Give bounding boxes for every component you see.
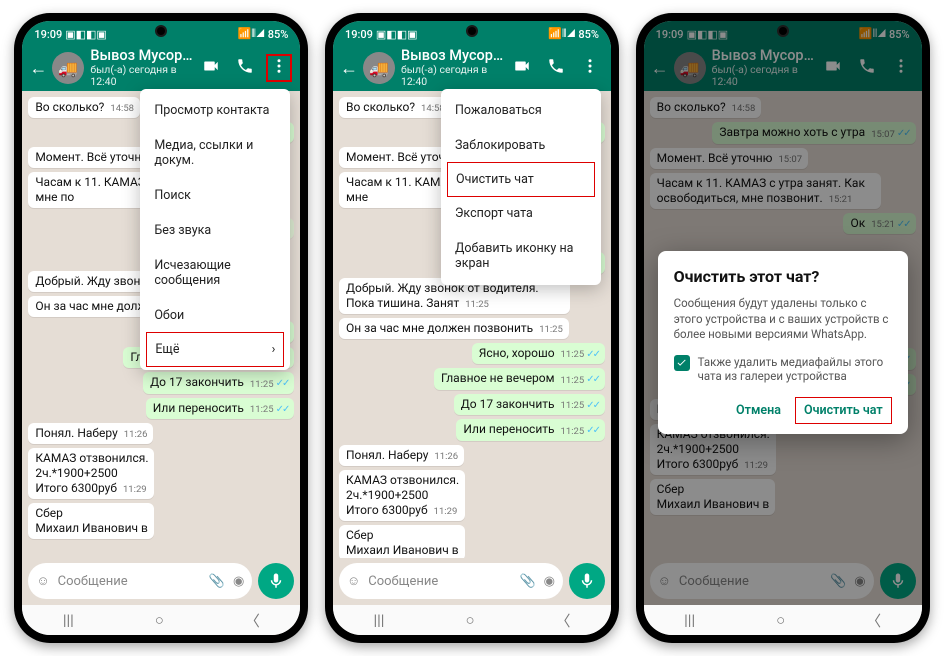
msg-in[interactable]: Он за час мне должен позвонить11:25 [339,318,569,339]
msg-in[interactable]: Понял. Наберу11:26 [28,423,153,444]
clear-chat-dialog: Очистить этот чат? Сообщения будут удале… [658,251,908,434]
clock: 19:09 [34,28,62,41]
msg-out[interactable]: До 17 закончить11:25✓✓ [143,372,294,394]
nav-back[interactable]: 〈 [245,610,260,631]
menu-export[interactable]: Экспорт чата [441,196,601,231]
battery: 85% [268,28,289,41]
checkbox-checked-icon[interactable] [674,355,690,371]
phone-3: 19:09▣◧◧▣ 📶⫴◢85% ← 🚚 Вывоз Мусора 2 был(… [636,13,930,643]
input-placeholder: Сообщение [58,574,201,589]
checkbox-label: Также удалить медиафайлы этого чата из г… [698,355,892,383]
mic-button[interactable] [258,563,294,599]
nav-home[interactable]: ○ [776,611,785,629]
mic-button[interactable] [569,563,605,599]
emoji-icon[interactable]: ☺ [36,573,49,589]
title-block[interactable]: Вывоз Мусора 2 был(-а) сегодня в 12:40 [401,48,509,87]
menu-block[interactable]: Заблокировать [441,128,601,163]
chat-subtitle: был(-а) сегодня в 12:40 [90,64,198,87]
nav-bar: ||| ○ 〈 [644,605,922,635]
avatar[interactable]: 🚚 [363,52,395,84]
menu-clear-chat[interactable]: Очистить чат [447,162,595,197]
more-submenu: Пожаловаться Заблокировать Очистить чат … [441,89,601,285]
msg-out[interactable]: Или переносить11:25✓✓ [146,398,295,420]
nav-back[interactable]: 〈 [555,610,570,631]
signal-icons: 📶⫴◢ [238,27,265,41]
camera-hole [779,27,787,35]
menu-media[interactable]: Медиа, ссылки и докум. [140,128,290,178]
phone-1: 19:09▣◧◧▣ 📶⫴◢85% ← 🚚 Вывоз Мусора 2 был(… [14,13,308,643]
msg-in[interactable]: Во сколько?14:58 [28,97,140,118]
menu-wallpaper[interactable]: Обои [140,298,290,333]
chevron-right-icon: › [272,342,276,357]
nav-recent[interactable]: ||| [684,611,695,629]
msg-out[interactable]: До 17 закончить11:25✓✓ [454,394,605,416]
msg-in[interactable]: КАМАЗ отзвонился. 2ч.*1900+2500 Итого 63… [339,470,465,521]
dialog-title: Очистить этот чат? [674,267,892,286]
phone-2: 19:09▣◧◧▣ 📶⫴◢85% ← 🚚 Вывоз Мусора 2 был(… [325,13,619,643]
nav-recent[interactable]: ||| [373,611,384,629]
confirm-clear-button[interactable]: Очистить чат [795,397,892,424]
menu-report[interactable]: Пожаловаться [441,93,601,128]
msg-in[interactable]: КАМАЗ отзвонился. 2ч.*1900+2500 Итого 63… [28,448,154,499]
dialog-body: Сообщения будут удалены только с этого у… [674,296,892,343]
dialog-checkbox-row[interactable]: Также удалить медиафайлы этого чата из г… [674,355,892,383]
msg-in[interactable]: Во сколько?14:58 [339,97,451,118]
chat-title: Вывоз Мусора 2 [90,48,198,64]
msg-out[interactable]: Или переносить11:25✓✓ [456,419,605,441]
title-block[interactable]: Вывоз Мусора 2 был(-а) сегодня в 12:40 [90,48,198,87]
input-row: ☺ Сообщение 📎 ◉ [22,558,300,605]
emoji-icon[interactable]: ☺ [347,573,360,589]
message-input[interactable]: ☺ Сообщение 📎 ◉ [339,563,563,599]
msg-out[interactable]: Главное не вечером11:25✓✓ [434,368,605,390]
nav-bar: ||| ○ 〈 [22,605,300,635]
menu-more[interactable]: Ещё› [146,332,284,367]
nav-bar: ||| ○ 〈 [333,605,611,635]
chat-header: ← 🚚 Вывоз Мусора 2 был(-а) сегодня в 12:… [22,45,300,91]
nav-back[interactable]: 〈 [866,610,881,631]
more-options-icon[interactable] [266,54,292,82]
voice-call-icon[interactable] [236,57,254,79]
voice-call-icon[interactable] [547,57,565,79]
screen: 19:09▣◧◧▣ 📶⫴◢85% ← 🚚 Вывоз Мусора 2 был(… [644,21,922,635]
attach-icon[interactable]: 📎 [209,574,225,589]
attach-icon[interactable]: 📎 [519,574,535,589]
input-row: ☺ Сообщение 📎 ◉ [333,558,611,605]
camera-icon[interactable]: ◉ [544,574,555,589]
menu-disappearing[interactable]: Исчезающие сообщения [140,248,290,298]
back-arrow-icon[interactable]: ← [339,58,359,79]
menu-search[interactable]: Поиск [140,178,290,213]
nav-home[interactable]: ○ [465,611,474,629]
screen: 19:09▣◧◧▣ 📶⫴◢85% ← 🚚 Вывоз Мусора 2 был(… [22,21,300,635]
screen: 19:09▣◧◧▣ 📶⫴◢85% ← 🚚 Вывоз Мусора 2 был(… [333,21,611,635]
nav-home[interactable]: ○ [155,611,164,629]
menu-add-shortcut[interactable]: Добавить иконку на экран [441,231,601,281]
chat-header: ← 🚚 Вывоз Мусора 2 был(-а) сегодня в 12:… [333,45,611,91]
camera-hole [157,27,165,35]
notif-icons: ▣◧◧▣ [65,28,107,41]
msg-in[interactable]: Момент. Всё уточн [28,147,147,168]
back-arrow-icon[interactable]: ← [28,58,48,79]
options-menu: Просмотр контакта Медиа, ссылки и докум.… [140,89,290,370]
video-call-icon[interactable] [202,57,220,79]
msg-in[interactable]: Сбер Михаил Иванович в [28,503,154,539]
msg-in[interactable]: Понял. Наберу11:26 [339,445,464,466]
menu-view-contact[interactable]: Просмотр контакта [140,93,290,128]
menu-mute[interactable]: Без звука [140,213,290,248]
message-input[interactable]: ☺ Сообщение 📎 ◉ [28,563,252,599]
msg-out[interactable]: Ясно, хорошо11:25✓✓ [472,343,605,365]
msg-in[interactable]: Сбер Михаил Иванович в [339,525,465,559]
camera-icon[interactable]: ◉ [233,574,244,589]
camera-hole [468,27,476,35]
nav-recent[interactable]: ||| [63,611,74,629]
more-options-icon[interactable] [581,57,599,79]
avatar[interactable]: 🚚 [52,52,84,84]
video-call-icon[interactable] [513,57,531,79]
cancel-button[interactable]: Отмена [732,397,785,424]
